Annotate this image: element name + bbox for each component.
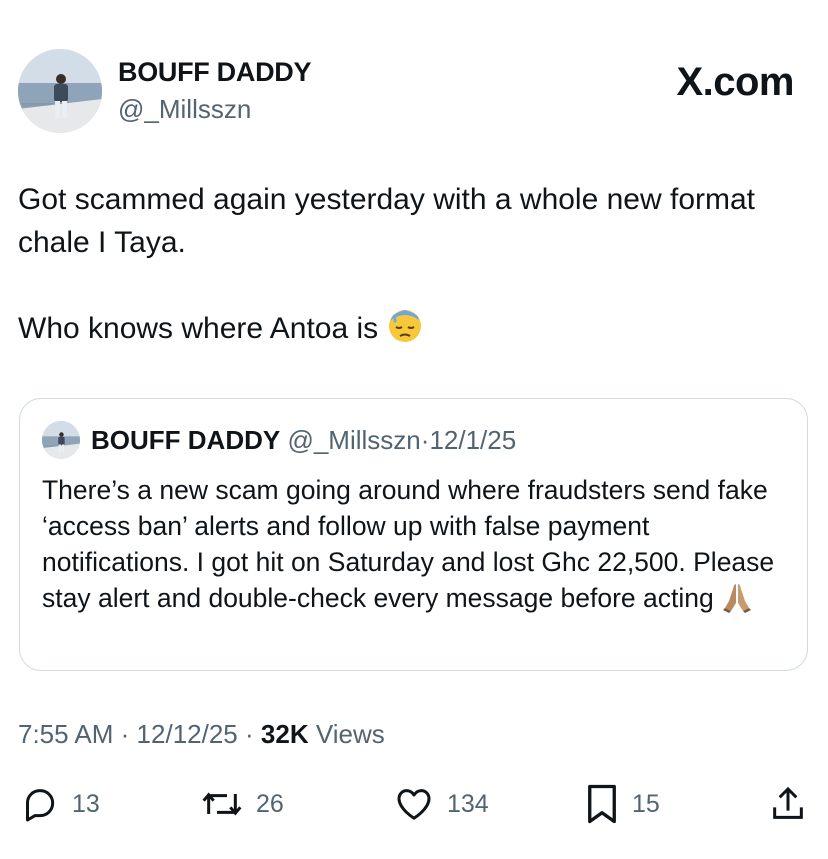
like-button[interactable]: 134 <box>393 779 489 829</box>
like-count: 134 <box>447 789 489 818</box>
quoted-tweet[interactable]: BOUFF DADDY @_Millsszn·12/1/25 There’s a… <box>19 398 808 671</box>
author-handle[interactable]: @_Millsszn <box>118 94 251 125</box>
quoted-author-name[interactable]: BOUFF DADDY <box>91 425 280 455</box>
reply-count: 13 <box>72 789 100 818</box>
profile-photo-icon <box>42 421 80 459</box>
bookmark-icon <box>588 784 616 824</box>
heart-icon <box>397 789 431 820</box>
author-avatar[interactable] <box>18 49 102 133</box>
meta-separator-2: · <box>245 719 254 749</box>
tweet-paragraph-2-text: Who knows where Antoa is <box>18 312 379 345</box>
quoted-author-avatar[interactable] <box>42 421 80 459</box>
profile-photo-icon <box>18 49 102 133</box>
folded-hands-icon <box>721 581 753 622</box>
views-label: Views <box>315 719 385 749</box>
action-bar: 13 26 134 15 <box>0 779 828 829</box>
bookmark-count: 15 <box>632 789 660 818</box>
meta-separator-1: · <box>120 719 130 749</box>
share-button[interactable] <box>768 779 808 829</box>
tweet-paragraph-1: Got scammed again yesterday with a whole… <box>18 183 756 259</box>
share-icon <box>773 786 803 819</box>
tweet-paragraph-2: Who knows where Antoa is <box>18 307 818 356</box>
tweet-date[interactable]: 12/12/25 <box>137 719 238 749</box>
brand-label: X.com <box>676 60 794 104</box>
tweet-time[interactable]: 7:55 AM <box>18 719 113 749</box>
views-count: 32K <box>260 719 309 749</box>
quoted-date[interactable]: 12/1/25 <box>429 425 516 455</box>
tweet-meta: 7:55 AM · 12/12/25 · 32K Views <box>18 719 385 750</box>
reply-icon <box>26 789 55 822</box>
repost-icon <box>202 792 242 816</box>
repost-button[interactable]: 26 <box>200 779 284 829</box>
quoted-header: BOUFF DADDY @_Millsszn·12/1/25 <box>91 425 516 456</box>
repost-count: 26 <box>256 789 284 818</box>
tweet-text: Got scammed again yesterday with a whole… <box>18 178 818 356</box>
author-name[interactable]: BOUFF DADDY <box>118 57 312 88</box>
bookmark-button[interactable]: 15 <box>584 779 660 829</box>
reply-button[interactable]: 13 <box>20 779 100 829</box>
downcast-face-with-sweat-icon <box>387 308 423 356</box>
quoted-text-body: There’s a new scam going around where fr… <box>42 475 775 613</box>
quoted-author-handle[interactable]: @_Millsszn <box>287 425 420 455</box>
quoted-text: There’s a new scam going around where fr… <box>42 472 792 622</box>
